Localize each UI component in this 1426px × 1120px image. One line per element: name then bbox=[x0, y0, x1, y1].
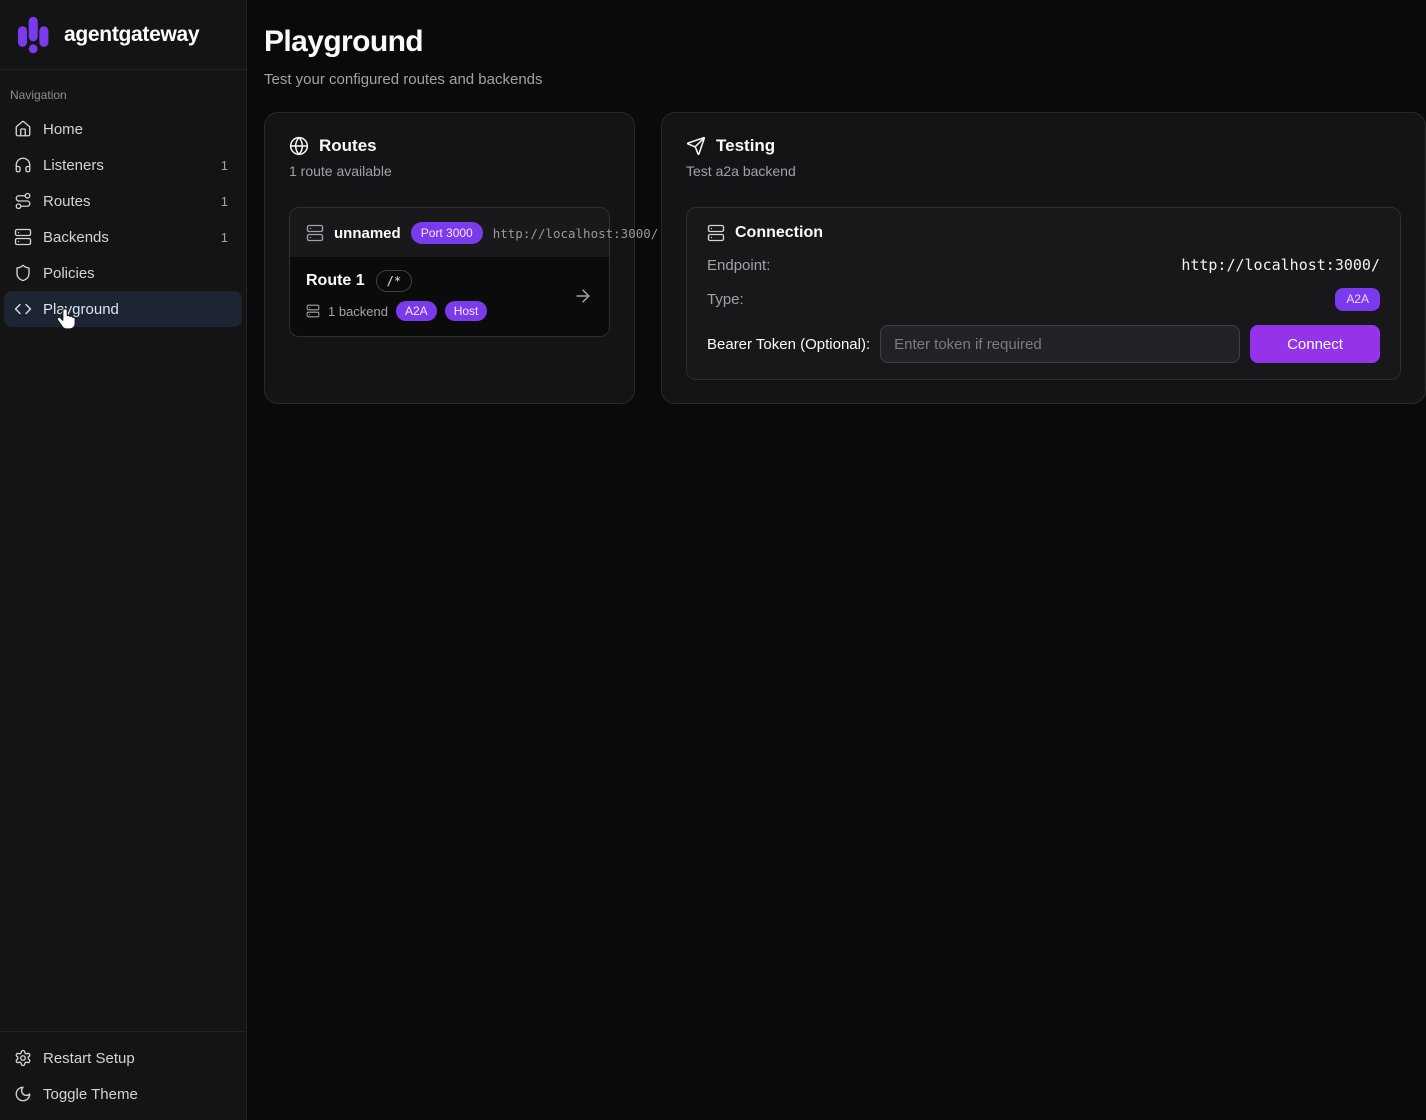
arrow-right-icon bbox=[573, 286, 593, 306]
sidebar-item-routes[interactable]: Routes 1 bbox=[4, 183, 242, 219]
home-icon bbox=[14, 120, 32, 138]
listener-card: unnamed Port 3000 http://localhost:3000/… bbox=[289, 207, 610, 337]
route-backend-count: 1 backend bbox=[328, 304, 388, 319]
connect-button[interactable]: Connect bbox=[1250, 325, 1380, 363]
bearer-token-input[interactable] bbox=[880, 325, 1240, 363]
routes-card: Routes 1 route available unnamed Port 30… bbox=[264, 112, 635, 404]
moon-icon bbox=[14, 1085, 32, 1103]
page-subtitle: Test your configured routes and backends bbox=[264, 69, 1426, 91]
type-badge: A2A bbox=[1335, 288, 1380, 311]
sidebar-item-playground[interactable]: Playground bbox=[4, 291, 242, 327]
sidebar-item-label: Listeners bbox=[43, 157, 104, 174]
gear-icon bbox=[14, 1049, 32, 1067]
send-icon bbox=[686, 136, 706, 156]
sidebar-item-policies[interactable]: Policies bbox=[4, 255, 242, 291]
connection-card: Connection Endpoint: http://localhost:30… bbox=[686, 207, 1401, 380]
sidebar-item-backends[interactable]: Backends 1 bbox=[4, 219, 242, 255]
sidebar: agentgateway Navigation Home Listeners 1 bbox=[0, 0, 247, 1120]
nav-section-label: Navigation bbox=[4, 78, 242, 111]
sidebar-footer: Restart Setup Toggle Theme bbox=[0, 1031, 246, 1120]
sidebar-item-label: Home bbox=[43, 121, 83, 138]
code-icon bbox=[14, 300, 32, 318]
endpoint-value: http://localhost:3000/ bbox=[1181, 256, 1380, 274]
agentgateway-logo-icon bbox=[14, 14, 52, 56]
sidebar-item-count: 1 bbox=[221, 230, 232, 245]
route-name: Route 1 bbox=[306, 272, 365, 290]
routes-card-title: Routes bbox=[319, 136, 377, 156]
sidebar-item-home[interactable]: Home bbox=[4, 111, 242, 147]
brand-name: agentgateway bbox=[64, 23, 199, 47]
endpoint-label: Endpoint: bbox=[707, 257, 770, 274]
restart-setup-label: Restart Setup bbox=[43, 1050, 135, 1067]
listener-header: unnamed Port 3000 http://localhost:3000/ bbox=[290, 208, 609, 257]
sidebar-nav: Navigation Home Listeners 1 Routes bbox=[0, 70, 246, 1031]
toggle-theme-button[interactable]: Toggle Theme bbox=[4, 1076, 242, 1112]
cards-row: Routes 1 route available unnamed Port 30… bbox=[264, 112, 1426, 404]
globe-icon bbox=[289, 136, 309, 156]
server-icon bbox=[306, 224, 324, 242]
toggle-theme-label: Toggle Theme bbox=[43, 1086, 138, 1103]
port-badge: Port 3000 bbox=[411, 222, 483, 244]
sidebar-item-label: Playground bbox=[43, 301, 119, 318]
page-title: Playground bbox=[264, 24, 1426, 60]
route-list-item[interactable]: Route 1 /* 1 backend A2A Host bbox=[290, 257, 609, 336]
connection-title: Connection bbox=[735, 224, 823, 242]
route-info: Route 1 /* 1 backend A2A Host bbox=[306, 270, 487, 321]
testing-card-subtitle: Test a2a backend bbox=[686, 163, 1401, 179]
route-type-badge: A2A bbox=[396, 301, 437, 321]
sidebar-item-listeners[interactable]: Listeners 1 bbox=[4, 147, 242, 183]
restart-setup-button[interactable]: Restart Setup bbox=[4, 1040, 242, 1076]
server-icon bbox=[14, 228, 32, 246]
route-icon bbox=[14, 192, 32, 210]
routes-card-subtitle: 1 route available bbox=[289, 163, 610, 179]
headphones-icon bbox=[14, 156, 32, 174]
listener-url: http://localhost:3000/ bbox=[493, 226, 659, 241]
bearer-token-label: Bearer Token (Optional): bbox=[707, 336, 870, 353]
route-path-badge: /* bbox=[376, 270, 412, 292]
server-icon bbox=[306, 304, 320, 318]
sidebar-item-count: 1 bbox=[221, 194, 232, 209]
main-content: Playground Test your configured routes a… bbox=[247, 0, 1426, 404]
brand[interactable]: agentgateway bbox=[0, 0, 246, 70]
type-label: Type: bbox=[707, 291, 744, 308]
app-root: agentgateway Navigation Home Listeners 1 bbox=[0, 0, 1426, 404]
route-host-badge: Host bbox=[445, 301, 488, 321]
sidebar-item-label: Backends bbox=[43, 229, 109, 246]
testing-card-title: Testing bbox=[716, 136, 775, 156]
sidebar-item-label: Policies bbox=[43, 265, 95, 282]
server-icon bbox=[707, 224, 725, 242]
testing-card: Testing Test a2a backend Connection Endp… bbox=[661, 112, 1426, 404]
listener-name: unnamed bbox=[334, 225, 401, 242]
sidebar-item-label: Routes bbox=[43, 193, 91, 210]
sidebar-item-count: 1 bbox=[221, 158, 232, 173]
shield-icon bbox=[14, 264, 32, 282]
